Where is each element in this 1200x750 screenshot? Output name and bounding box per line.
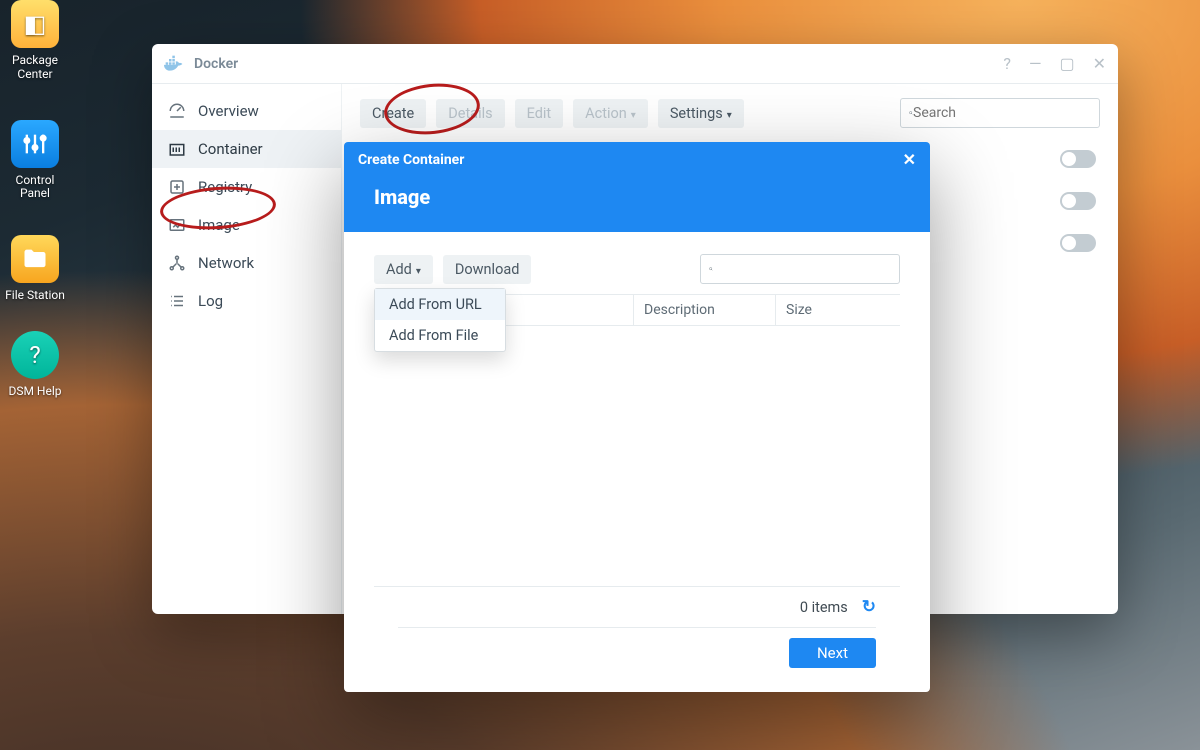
column-description[interactable]: Description [634, 295, 776, 325]
add-from-file-option[interactable]: Add From File [375, 320, 505, 351]
dialog-heading: Image [344, 177, 930, 209]
dialog-header: Create Container ✕ Image [344, 142, 930, 232]
next-button[interactable]: Next [789, 638, 876, 668]
refresh-button[interactable]: ↻ [862, 597, 876, 617]
add-dropdown: Add From URL Add From File [374, 288, 506, 352]
caret-down-icon: ▾ [416, 266, 421, 277]
dialog-title: Create Container [358, 152, 464, 168]
item-count: 0 items [800, 599, 848, 616]
add-from-url-option[interactable]: Add From URL [375, 289, 505, 320]
column-size[interactable]: Size [776, 295, 900, 325]
image-table-body [374, 326, 900, 586]
add-button[interactable]: Add▾ [374, 255, 433, 284]
create-container-dialog: Create Container ✕ Image Add▾ Download A… [344, 142, 930, 692]
dialog-search-input[interactable] [713, 261, 891, 277]
dialog-footer: 0 items ↻ Next [374, 586, 900, 682]
dialog-toolbar: Add▾ Download [374, 254, 900, 284]
download-button[interactable]: Download [443, 255, 532, 284]
dialog-close-button[interactable]: ✕ [903, 150, 916, 169]
dialog-search-box[interactable] [700, 254, 900, 284]
modal-overlay: Create Container ✕ Image Add▾ Download A… [0, 0, 1200, 750]
